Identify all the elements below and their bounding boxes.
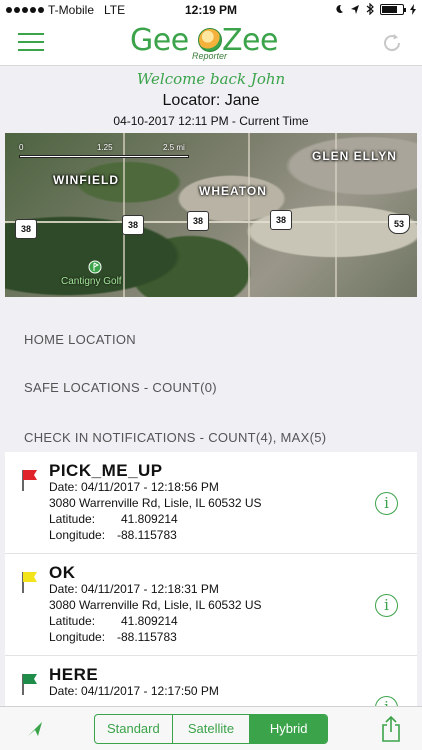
route-shield: 53 — [388, 214, 410, 234]
globe-icon — [198, 28, 222, 52]
checkin-longitude: -88.115783 — [117, 630, 177, 644]
checkin-longitude: -88.115783 — [117, 528, 177, 542]
map-type-satellite[interactable]: Satellite — [173, 715, 251, 743]
map-road — [5, 221, 417, 223]
logo-word-left: Gee — [130, 23, 189, 58]
share-button[interactable] — [380, 715, 402, 743]
golf-icon — [88, 260, 102, 274]
scale-label: 0 — [19, 143, 24, 152]
app-logo: Gee Zee Reporter — [130, 23, 295, 64]
checkin-title: HERE — [49, 665, 99, 684]
checkin-address: 3080 Warrenville Rd, Lisle, IL 60532 US — [49, 598, 262, 612]
route-shield: 38 — [15, 219, 37, 239]
current-timestamp: 04-10-2017 12:11 PM — [113, 114, 229, 128]
location-icon — [351, 5, 359, 14]
checkin-latitude: 41.809214 — [121, 512, 178, 526]
list-item[interactable]: HERE Date: 04/11/2017 - 12:17:50 PM i — [5, 656, 417, 708]
moon-icon — [336, 4, 343, 13]
share-icon — [382, 715, 400, 742]
info-icon: i — [384, 596, 389, 614]
checkin-date: Date: 04/11/2017 - 12:18:31 PM — [49, 582, 219, 596]
checkin-list[interactable]: PICK_ME_UP Date: 04/11/2017 - 12:18:56 P… — [5, 452, 417, 708]
location-arrow-icon — [28, 722, 42, 736]
route-shield: 38 — [122, 215, 144, 235]
checkin-address: 3080 Warrenville Rd, Lisle, IL 60532 US — [49, 496, 262, 510]
checkin-notifications-header: CHECK IN NOTIFICATIONS - COUNT(4), MAX(5… — [24, 430, 327, 445]
checkin-longitude-label: Longitude: — [49, 528, 106, 542]
route-shield: 38 — [270, 210, 292, 230]
checkin-latitude-label: Latitude: — [49, 614, 96, 628]
menu-button[interactable] — [18, 33, 44, 53]
current-time-label: - Current Time — [228, 114, 309, 128]
charging-icon — [410, 3, 416, 15]
logo-subtitle: Reporter — [192, 51, 228, 61]
checkin-date: Date: 04/11/2017 - 12:17:50 PM — [49, 684, 219, 698]
route-shield: 38 — [187, 211, 209, 231]
flag-fill — [23, 470, 37, 480]
checkin-title: PICK_ME_UP — [49, 461, 163, 480]
battery-icon — [380, 3, 406, 15]
map-place-label: Wheaton — [199, 184, 267, 198]
flag-icon — [22, 572, 37, 593]
map-poi-label: Cantigny Golf — [61, 276, 122, 287]
info-icon: i — [384, 494, 389, 512]
status-icons — [334, 3, 416, 15]
locate-button[interactable] — [24, 718, 46, 740]
bottom-toolbar: Standard Satellite Hybrid — [0, 706, 422, 750]
map-type-hybrid[interactable]: Hybrid — [250, 715, 327, 743]
checkin-latitude-label: Latitude: — [49, 512, 96, 526]
nav-bar: Gee Zee Reporter — [0, 20, 422, 66]
list-item[interactable]: OK Date: 04/11/2017 - 12:18:31 PM 3080 W… — [5, 554, 417, 656]
checkin-longitude-label: Longitude: — [49, 630, 106, 644]
map-place-label: Glen Ellyn — [312, 149, 397, 163]
flag-icon — [22, 470, 37, 491]
logo-word-right: Zee — [222, 23, 278, 58]
scale-label: 1.25 — [97, 143, 113, 152]
map-type-selector[interactable]: Standard Satellite Hybrid — [94, 714, 328, 744]
checkin-title: OK — [49, 563, 76, 582]
current-time-line: 04-10-2017 12:11 PM - Current Time — [0, 114, 422, 128]
info-button[interactable]: i — [375, 594, 398, 617]
scale-label: 2.5 mi — [163, 143, 185, 152]
info-button[interactable]: i — [375, 492, 398, 515]
status-bar: T-Mobile LTE 12:19 PM — [0, 0, 422, 20]
bluetooth-icon — [366, 3, 374, 15]
safe-locations-row[interactable]: SAFE LOCATIONS - COUNT(0) — [24, 380, 217, 395]
checkin-latitude: 41.809214 — [121, 614, 178, 628]
refresh-icon — [384, 34, 401, 52]
locator-name: Locator: Jane — [162, 92, 260, 109]
map-type-standard[interactable]: Standard — [95, 715, 173, 743]
map-place-label: Winfield — [53, 173, 119, 187]
list-item[interactable]: PICK_ME_UP Date: 04/11/2017 - 12:18:56 P… — [5, 452, 417, 554]
refresh-button[interactable] — [380, 31, 404, 55]
welcome-message: Welcome back John — [136, 70, 286, 88]
checkin-date: Date: 04/11/2017 - 12:18:56 PM — [49, 480, 219, 494]
map-view[interactable]: 0 1.25 2.5 mi Glen Ellyn Winfield Wheato… — [5, 133, 417, 297]
home-location-row[interactable]: HOME LOCATION — [24, 332, 136, 347]
map-road — [248, 133, 250, 297]
flag-icon — [22, 674, 37, 695]
menu-icon — [18, 33, 44, 35]
